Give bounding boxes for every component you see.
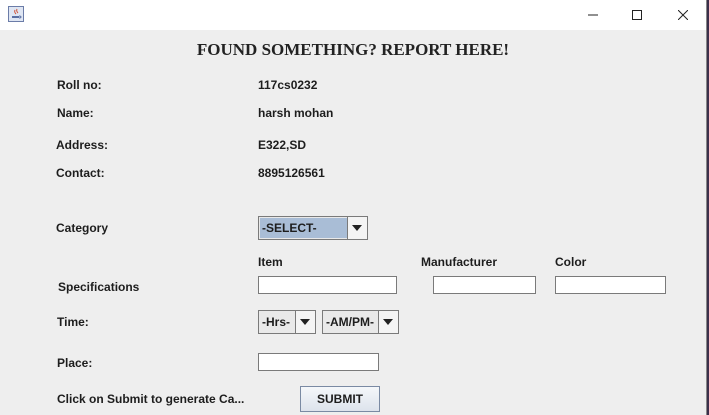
- title-bar[interactable]: [0, 0, 706, 30]
- hours-dropdown[interactable]: -Hrs-: [258, 310, 316, 334]
- time-label: Time:: [57, 315, 89, 329]
- close-icon: [678, 10, 688, 20]
- category-dropdown-arrow[interactable]: [347, 217, 367, 239]
- contact-label: Contact:: [56, 166, 105, 180]
- submit-button[interactable]: SUBMIT: [300, 386, 380, 412]
- roll-no-label: Roll no:: [57, 78, 102, 92]
- category-selected-value: -SELECT-: [260, 218, 347, 238]
- page-title: FOUND SOMETHING? REPORT HERE!: [196, 40, 510, 59]
- minimize-button[interactable]: [570, 0, 616, 30]
- chevron-down-icon: [383, 319, 393, 325]
- color-column-header: Color: [555, 255, 587, 269]
- hours-dropdown-arrow[interactable]: [295, 311, 315, 333]
- chevron-down-icon: [352, 225, 362, 231]
- place-input[interactable]: [258, 353, 379, 371]
- address-label: Address:: [56, 138, 109, 152]
- report-window: FOUND SOMETHING? REPORT HERE! Roll no: 1…: [0, 0, 707, 415]
- hours-selected-value: -Hrs-: [262, 315, 291, 329]
- java-app-icon: [8, 6, 24, 22]
- category-label: Category: [56, 221, 109, 235]
- category-dropdown[interactable]: -SELECT-: [258, 216, 368, 240]
- specifications-label: Specifications: [58, 280, 140, 294]
- chevron-down-icon: [300, 319, 310, 325]
- address-value: E322,SD: [258, 138, 307, 152]
- name-label: Name:: [57, 106, 94, 120]
- minimize-icon: [588, 14, 598, 16]
- ampm-dropdown[interactable]: -AM/PM-: [322, 310, 399, 334]
- color-input[interactable]: [555, 276, 666, 294]
- roll-no-value: 117cs0232: [258, 78, 318, 92]
- contact-value: 8895126561: [258, 166, 325, 180]
- ampm-selected-value: -AM/PM-: [326, 315, 374, 329]
- place-label: Place:: [57, 356, 93, 370]
- submit-hint-text: Click on Submit to generate Ca...: [57, 392, 245, 406]
- ampm-dropdown-arrow[interactable]: [378, 311, 398, 333]
- manufacturer-column-header: Manufacturer: [421, 255, 498, 269]
- item-column-header: Item: [258, 255, 283, 269]
- manufacturer-input[interactable]: [433, 276, 536, 294]
- item-input[interactable]: [258, 276, 397, 294]
- close-button[interactable]: [660, 0, 706, 30]
- maximize-icon: [632, 10, 642, 20]
- name-value: harsh mohan: [258, 106, 334, 120]
- maximize-button[interactable]: [614, 0, 660, 30]
